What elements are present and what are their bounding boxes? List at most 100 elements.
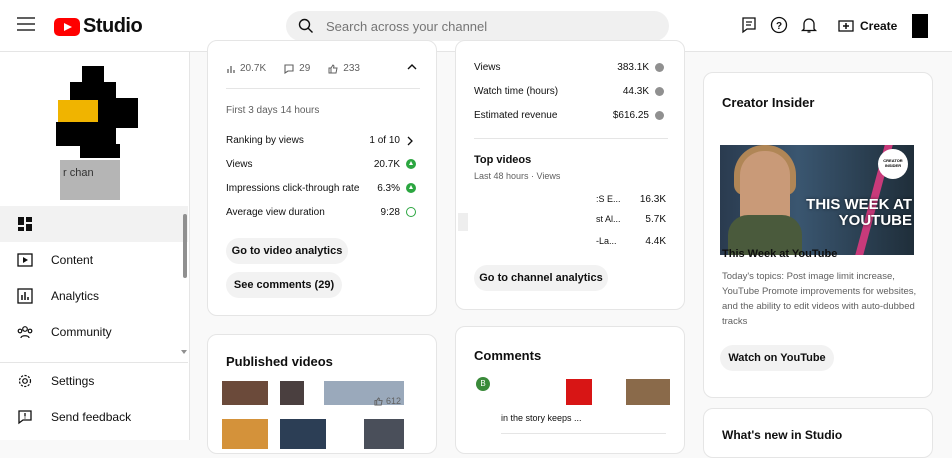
top-video-title[interactable]: -La... <box>596 236 617 246</box>
metric-label: Views <box>474 62 501 73</box>
metric-value-row: 383.1K <box>617 62 664 73</box>
video-thumbnail[interactable] <box>364 419 404 449</box>
search-bar[interactable] <box>286 11 669 41</box>
sidebar-item-label: Send feedback <box>51 410 132 424</box>
create-label: Create <box>860 19 898 33</box>
divider <box>501 433 666 434</box>
check-circle-icon <box>406 207 416 218</box>
info-icon[interactable] <box>655 86 664 96</box>
messages-icon[interactable] <box>740 16 758 34</box>
search-input[interactable] <box>326 18 626 34</box>
sidebar-item-send-feedback[interactable]: Send feedback <box>0 399 188 435</box>
notifications-bell-icon[interactable] <box>800 16 818 34</box>
commenter-avatar[interactable]: B <box>476 377 490 391</box>
create-button[interactable]: Create <box>832 14 903 38</box>
video-title[interactable]: This Week at YouTube <box>722 248 837 260</box>
menu-icon[interactable] <box>17 17 35 31</box>
trend-up-icon <box>406 183 416 194</box>
comments-count: 29 <box>299 63 311 74</box>
views-bar-icon <box>227 65 235 73</box>
channel-avatar[interactable] <box>52 60 142 160</box>
metric-value-row: 9:28 <box>381 207 416 218</box>
whats-new-card: What's new in Studio <box>703 408 933 458</box>
go-to-channel-analytics-button[interactable]: Go to channel analytics <box>474 265 608 291</box>
metric-label: Watch time (hours) <box>474 86 559 97</box>
top-video-views: 5.7K <box>645 214 666 225</box>
gear-icon <box>18 374 32 388</box>
trend-up-icon <box>406 159 416 170</box>
info-icon[interactable] <box>655 62 664 72</box>
video-thumbnail[interactable] <box>222 381 268 405</box>
metric-value-row: 44.3K <box>623 86 664 97</box>
info-icon[interactable] <box>655 110 664 120</box>
content-icon <box>17 253 33 267</box>
studio-logo[interactable]: Studio <box>54 15 143 38</box>
creator-insider-thumbnail[interactable]: CREATOR INSIDER THIS WEEK AT YOUTUBE <box>720 145 914 255</box>
redacted-thumbnail <box>458 213 468 231</box>
video-thumbnail[interactable] <box>280 419 326 449</box>
metric-label: Ranking by views <box>226 135 304 146</box>
latest-video-card: 20.7K 29 233 First 3 days 14 hours Ranki… <box>207 40 437 316</box>
comment-video-thumbnail[interactable] <box>566 379 592 405</box>
video-thumbnail[interactable] <box>222 419 268 449</box>
analytics-icon <box>17 288 33 304</box>
sidebar-scrollbar[interactable] <box>183 214 187 278</box>
community-icon <box>17 326 33 339</box>
scroll-down-icon[interactable] <box>181 350 187 354</box>
creator-insider-badge: CREATOR INSIDER <box>878 149 908 179</box>
creator-insider-title: Creator Insider <box>722 95 815 110</box>
sidebar-item-analytics[interactable]: Analytics <box>0 278 188 314</box>
likes-row: 612 <box>374 396 401 406</box>
account-avatar[interactable] <box>912 14 928 38</box>
sidebar-item-community[interactable]: Community <box>0 314 188 350</box>
thumbs-up-icon <box>328 63 338 73</box>
metric-label: Impressions click-through rate <box>226 183 360 194</box>
period-label: First 3 days 14 hours <box>226 105 320 116</box>
video-thumbnail[interactable] <box>280 381 304 405</box>
divider <box>474 138 668 139</box>
metric-label: Average view duration <box>226 207 325 218</box>
sidebar-item-dashboard[interactable] <box>0 206 188 242</box>
search-icon <box>298 18 313 33</box>
published-videos-card: Published videos 612 <box>207 334 437 454</box>
comment-text: in the story keeps ... <box>501 413 582 423</box>
sidebar-item-label: Settings <box>51 374 95 388</box>
sidebar-item-label: Content <box>51 253 94 267</box>
sidebar-item-settings[interactable]: Settings <box>0 363 188 399</box>
comments-title: Comments <box>474 348 542 363</box>
help-icon[interactable]: ? <box>770 16 788 34</box>
published-videos-title: Published videos <box>226 354 333 369</box>
thumbnail-headline: THIS WEEK AT YOUTUBE <box>806 196 912 229</box>
video-description: Today's topics: Post image limit increas… <box>722 271 917 327</box>
channel-name: r chan <box>60 160 120 200</box>
thumbs-up-icon <box>374 396 383 406</box>
metric-value: 383.1K <box>617 62 649 73</box>
sidebar-item-label: Community <box>51 325 112 339</box>
watch-on-youtube-button[interactable]: Watch on YouTube <box>720 345 834 371</box>
metric-value-row: 6.3% <box>377 183 416 194</box>
likes-count: 612 <box>386 396 402 406</box>
metric-value: 9:28 <box>380 207 400 218</box>
metric-value: $616.25 <box>612 110 649 121</box>
top-video-title[interactable]: st Al... <box>596 214 621 224</box>
chevron-right-icon <box>407 136 413 145</box>
see-comments-button[interactable]: See comments (29) <box>226 272 342 298</box>
top-video-views: 16.3K <box>639 194 666 205</box>
svg-text:?: ? <box>776 21 782 32</box>
sidebar-item-content[interactable]: Content <box>0 242 188 278</box>
comment-video-thumbnail[interactable] <box>626 379 670 405</box>
top-video-views: 4.4K <box>645 236 666 247</box>
metric-value: 44.3K <box>622 86 649 97</box>
ranking-link[interactable]: 1 of 10 <box>369 135 414 146</box>
feedback-icon <box>18 410 32 425</box>
sidebar-item-label: Analytics <box>51 289 100 303</box>
youtube-logo-icon <box>54 17 80 36</box>
sidebar: r chan Content Analytics Community Setti… <box>0 52 190 440</box>
chevron-up-icon[interactable] <box>407 63 417 71</box>
go-to-video-analytics-button[interactable]: Go to video analytics <box>226 238 348 264</box>
video-stats-row: 20.7K 29 233 <box>226 63 360 74</box>
metric-value: 6.3% <box>377 183 400 194</box>
metric-value-row: $616.25 <box>613 110 664 121</box>
top-video-title[interactable]: :S E... <box>596 194 621 204</box>
divider <box>226 88 420 89</box>
